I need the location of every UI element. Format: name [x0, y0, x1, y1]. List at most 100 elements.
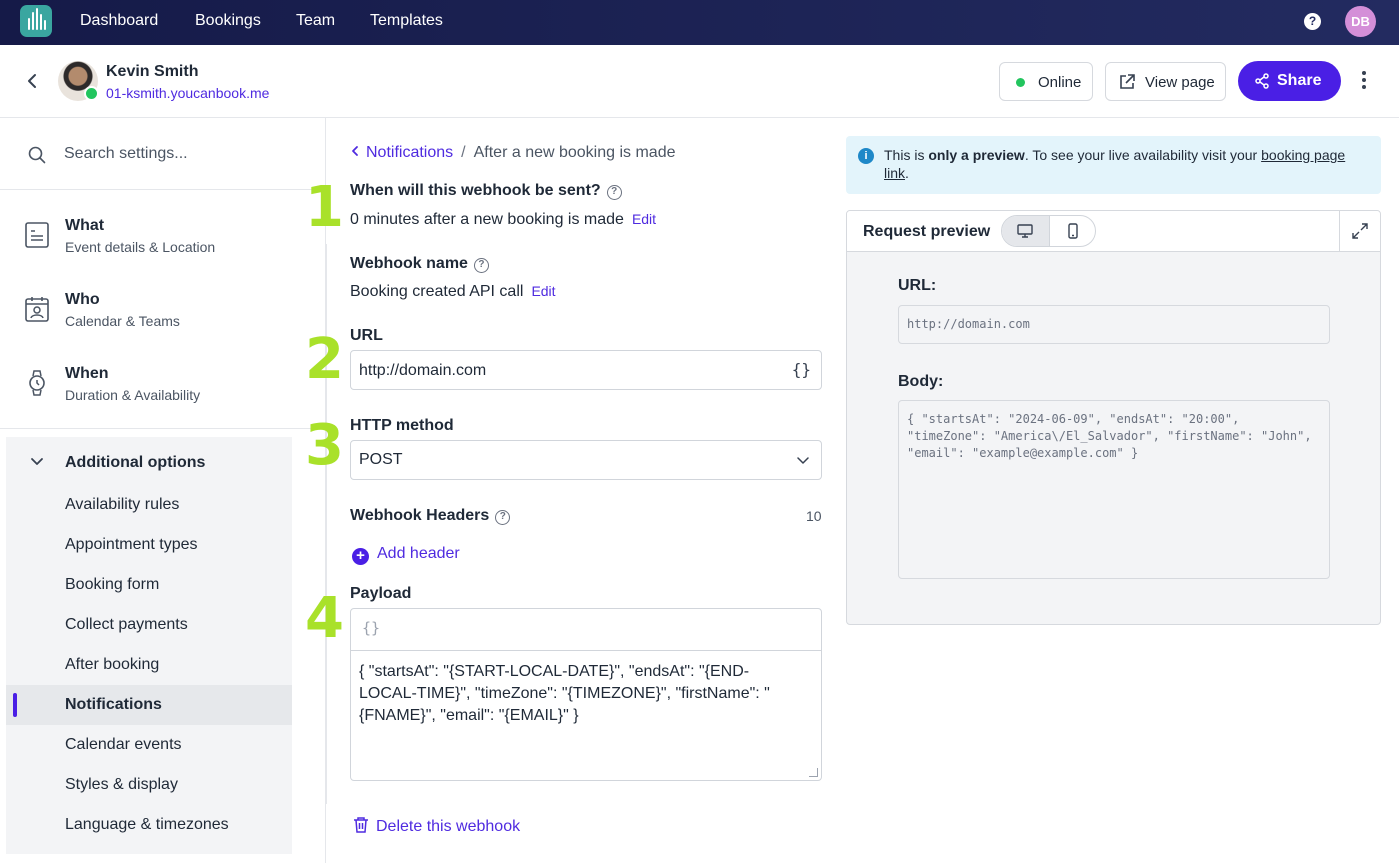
sidebar-item-styles-display[interactable]: Styles & display [6, 765, 292, 805]
sidebar-item-when[interactable]: When Duration & Availability [0, 347, 325, 421]
sidebar-item-label: Notifications [65, 696, 162, 713]
trash-icon [354, 817, 368, 833]
sidebar-item-after-booking[interactable]: After booking [6, 645, 292, 685]
sidebar-item-subtitle: Duration & Availability [65, 387, 201, 403]
preview-url-field: http://domain.com [898, 305, 1330, 344]
webhook-name-label-text: Webhook name [350, 255, 468, 272]
help-icon[interactable]: ? [1304, 13, 1321, 30]
chevron-left-icon [352, 146, 358, 156]
http-method-label: HTTP method [350, 417, 454, 434]
document-icon [25, 222, 49, 248]
step-number-1: 1 [305, 175, 344, 240]
when-sent-value-text: 0 minutes after a new booking is made [350, 211, 624, 228]
edit-name-link[interactable]: Edit [531, 283, 555, 299]
delete-webhook-button[interactable]: Delete this webhook [352, 816, 520, 836]
payload-editor: {} { "startsAt": "{START-LOCAL-DATE}", "… [350, 608, 822, 781]
breadcrumb-notifications-link[interactable]: Notifications [350, 144, 453, 161]
sidebar-item-subtitle: Event details & Location [65, 239, 216, 255]
sidebar-item-availability-rules[interactable]: Availability rules [6, 485, 292, 525]
payload-textarea[interactable]: { "startsAt": "{START-LOCAL-DATE}", "end… [359, 661, 799, 727]
help-circle-icon[interactable]: ? [495, 510, 511, 525]
share-label: Share [1277, 72, 1322, 89]
mobile-view-button[interactable] [1049, 216, 1095, 246]
add-header-button[interactable]: + Add header [352, 545, 460, 565]
sidebar-item-appointment-types[interactable]: Appointment types [6, 525, 292, 565]
resize-handle-icon[interactable] [809, 768, 818, 777]
online-status-button[interactable]: Online [999, 62, 1093, 101]
sidebar-item-label: Collect payments [65, 616, 188, 633]
when-sent-label: When will this webhook be sent?? [350, 182, 622, 200]
headers-count: 10 [806, 508, 822, 524]
preview-body-field: { "startsAt": "2024-06-09", "endsAt": "2… [898, 400, 1330, 579]
sidebar-item-language-timezones[interactable]: Language & timezones [6, 805, 292, 845]
delete-webhook-label: Delete this webhook [376, 818, 521, 835]
sidebar-item-label: After booking [65, 656, 160, 673]
more-options-icon[interactable] [1356, 71, 1372, 91]
help-circle-icon[interactable]: ? [473, 258, 489, 273]
url-label: URL [350, 327, 383, 344]
sidebar-item-who[interactable]: Who Calendar & Teams [0, 273, 325, 347]
info-icon: i [858, 148, 874, 164]
step-number-2: 2 [305, 327, 344, 392]
sidebar-item-collect-payments[interactable]: Collect payments [6, 605, 292, 645]
step-number-3: 3 [305, 413, 344, 478]
online-status-dot [84, 86, 99, 101]
request-preview-title: Request preview [863, 223, 991, 240]
payload-toolbar: {} [351, 609, 821, 651]
info-text-prefix: This is [884, 147, 929, 163]
share-button[interactable]: Share [1238, 61, 1341, 101]
sidebar-divider [0, 428, 325, 429]
sidebar-item-title: When [65, 365, 109, 382]
sidebar-item-what[interactable]: What Event details & Location [0, 199, 325, 273]
search-settings-input[interactable] [64, 142, 304, 166]
nav-team[interactable]: Team [296, 12, 335, 30]
app-logo-icon[interactable] [20, 5, 52, 37]
desktop-view-button[interactable] [1002, 216, 1049, 246]
breadcrumb-current: After a new booking is made [473, 144, 676, 161]
request-preview-header: Request preview [847, 211, 1380, 252]
nav-templates[interactable]: Templates [370, 12, 443, 30]
url-input[interactable] [359, 360, 779, 382]
webhook-name-value: Booking created API call Edit [350, 283, 556, 301]
sidebar-item-label: Styles & display [65, 776, 178, 793]
sidebar-item-notifications[interactable]: Notifications [6, 685, 292, 725]
breadcrumb: Notifications / After a new booking is mad… [350, 144, 676, 162]
preview-body-value: { "startsAt": "2024-06-09", "endsAt": "2… [907, 412, 1319, 460]
expand-preview-button[interactable] [1339, 211, 1380, 252]
sidebar-item-booking-form[interactable]: Booking form [6, 565, 292, 605]
nav-dashboard[interactable]: Dashboard [80, 12, 158, 30]
profile-name: Kevin Smith [106, 63, 199, 80]
preview-body-label: Body: [898, 373, 944, 390]
nav-bookings[interactable]: Bookings [195, 12, 261, 30]
request-preview-card: Request preview URL: http://domain.com B… [846, 210, 1381, 625]
external-link-icon [1120, 74, 1135, 89]
info-text-middle: . To see your live availability visit yo… [1024, 147, 1262, 163]
add-header-label: Add header [377, 545, 460, 562]
device-toggle [1001, 215, 1096, 247]
preview-url-label: URL: [898, 277, 937, 294]
sidebar-item-calendar-events[interactable]: Calendar events [6, 725, 292, 765]
webhook-name-label: Webhook name? [350, 255, 489, 273]
additional-options-toggle[interactable]: Additional options [6, 437, 292, 487]
http-method-select[interactable]: POST [350, 440, 822, 480]
payload-label: Payload [350, 585, 412, 602]
chevron-down-icon [797, 457, 809, 464]
sidebar-item-label: Appointment types [65, 536, 198, 553]
profile-url-link[interactable]: 01-ksmith.youcanbook.me [106, 85, 269, 101]
back-arrow-icon[interactable] [22, 71, 42, 91]
preview-info-text: This is only a preview. To see your live… [884, 146, 1364, 182]
breadcrumb-separator: / [461, 144, 466, 161]
insert-variable-icon[interactable]: {} [792, 360, 811, 379]
help-circle-icon[interactable]: ? [606, 185, 622, 200]
profile-header: Kevin Smith 01-ksmith.youcanbook.me Onli… [0, 45, 1399, 118]
search-icon [28, 146, 46, 164]
view-page-button[interactable]: View page [1105, 62, 1226, 101]
view-page-label: View page [1145, 74, 1215, 91]
user-avatar[interactable]: DB [1345, 6, 1376, 37]
insert-variable-icon[interactable]: {} [362, 619, 380, 637]
edit-when-link[interactable]: Edit [632, 211, 656, 227]
settings-sidebar: What Event details & Location Who Calend… [0, 118, 326, 863]
online-status-label: Online [1038, 74, 1082, 91]
expand-icon [1352, 223, 1368, 239]
when-sent-label-text: When will this webhook be sent? [350, 182, 601, 199]
